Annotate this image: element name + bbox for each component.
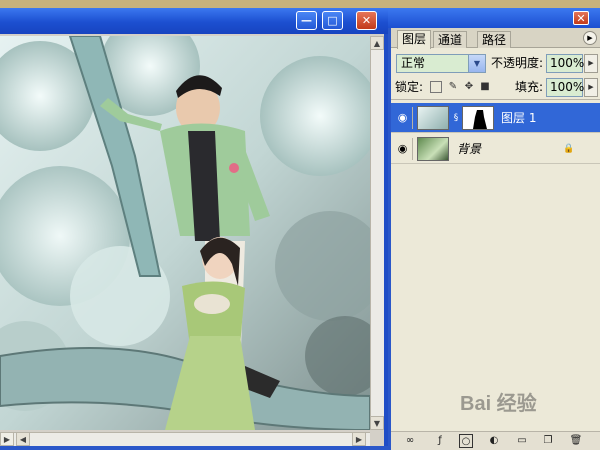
wedding-photo [0, 36, 370, 430]
palette-body: 图层 通道 路径 ▶ 正常 ▼ 不透明度: 100% ▶ 锁定: ✎ ✥ ■ 填… [391, 28, 600, 450]
layers-list: ◉ § 图层 1 ◉ 背景 🔒 [391, 101, 600, 431]
vertical-scrollbar[interactable]: ▲ ▼ [370, 36, 384, 430]
palette-tabs: 图层 通道 路径 ▶ [391, 28, 600, 49]
play-actions-icon[interactable]: ▶ [0, 432, 14, 446]
layers-palette: ✕ 图层 通道 路径 ▶ 正常 ▼ 不透明度: 100% ▶ 锁定: ✎ ✥ ■… [388, 8, 600, 450]
layer-name[interactable]: 背景 [457, 134, 481, 164]
tab-channels[interactable]: 通道 [433, 31, 468, 48]
tab-paths[interactable]: 路径 [477, 31, 512, 48]
scroll-left-icon[interactable]: ◀ [16, 432, 30, 446]
close-icon: ✕ [361, 14, 372, 27]
layer-thumbnail[interactable] [417, 137, 449, 161]
layer-style-icon[interactable]: ƒ [433, 434, 447, 448]
tab-layers[interactable]: 图层 [397, 30, 432, 49]
app-top-bar [0, 0, 600, 8]
layer-row-background[interactable]: ◉ 背景 🔒 [391, 134, 600, 164]
eye-icon[interactable]: ◉ [393, 138, 413, 160]
palette-close-button[interactable]: ✕ [573, 11, 589, 25]
opacity-label: 不透明度: [491, 56, 544, 70]
maximize-button[interactable]: □ [322, 11, 343, 30]
maximize-icon: □ [327, 14, 338, 27]
opacity-slider-icon[interactable]: ▶ [584, 54, 598, 73]
scroll-down-icon[interactable]: ▼ [370, 416, 384, 430]
add-mask-icon[interactable]: ○ [459, 434, 473, 448]
adjustment-layer-icon[interactable]: ◐ [487, 434, 501, 448]
close-button[interactable]: ✕ [356, 11, 377, 30]
horizontal-scrollbar[interactable]: ▶ ◀ ▶ [0, 432, 370, 446]
blend-opacity-row: 正常 ▼ 不透明度: 100% ▶ [391, 52, 600, 76]
move-icon[interactable]: ✥ [463, 81, 475, 93]
scroll-right-icon[interactable]: ▶ [352, 432, 366, 446]
opacity-field[interactable]: 100% [546, 54, 584, 73]
scroll-up-icon[interactable]: ▲ [370, 36, 384, 50]
layer-thumbnail[interactable] [417, 106, 449, 130]
link-layers-icon[interactable]: ∞ [403, 434, 417, 448]
blend-mode-select[interactable]: 正常 ▼ [396, 54, 486, 73]
new-group-icon[interactable]: ▭ [515, 434, 529, 448]
lock-transparency-icon[interactable] [430, 81, 442, 93]
palette-titlebar[interactable]: ✕ [388, 8, 600, 28]
palette-menu-icon[interactable]: ▶ [583, 31, 597, 45]
image-canvas[interactable] [0, 36, 370, 430]
document-window: — □ ✕ ▲ ▼ ▶ ◀ ▶ [0, 8, 388, 450]
layer-name[interactable]: 图层 1 [501, 103, 536, 133]
chevron-down-icon[interactable]: ▼ [468, 55, 485, 72]
fill-slider-icon[interactable]: ▶ [584, 78, 598, 97]
lock-icon[interactable]: ■ [479, 81, 491, 93]
lock-icon: 🔒 [563, 144, 575, 154]
close-icon: ✕ [576, 12, 586, 25]
eye-icon[interactable]: ◉ [393, 107, 413, 129]
trash-icon[interactable]: 🗑 [569, 434, 583, 448]
document-frame: ▲ ▼ ▶ ◀ ▶ [0, 34, 384, 446]
lock-fill-row: 锁定: ✎ ✥ ■ 填充: 100% ▶ [391, 76, 600, 100]
document-titlebar[interactable]: — □ ✕ [0, 8, 388, 34]
layer-mask-thumbnail[interactable] [462, 106, 494, 130]
minimize-icon: — [301, 14, 312, 27]
brush-icon[interactable]: ✎ [447, 81, 459, 93]
new-layer-icon[interactable]: ❐ [541, 434, 555, 448]
fill-field[interactable]: 100% [546, 78, 584, 97]
watermark-text: Bai 经验 [460, 391, 537, 415]
fill-label: 填充: [515, 80, 544, 94]
chain-link-icon[interactable]: § [452, 111, 460, 125]
baidu-watermark: Bai 经验 [460, 388, 580, 420]
palette-footer: ∞ ƒ ○ ◐ ▭ ❐ 🗑 [391, 431, 600, 450]
minimize-button[interactable]: — [296, 11, 317, 30]
blend-mode-value: 正常 [401, 56, 426, 70]
lock-label: 锁定: [395, 80, 424, 94]
layer-row-layer1[interactable]: ◉ § 图层 1 [391, 103, 600, 133]
